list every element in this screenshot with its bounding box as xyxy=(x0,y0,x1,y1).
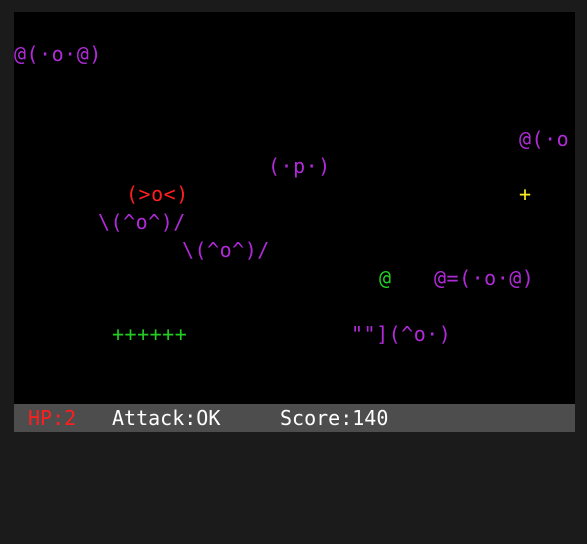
hp-indicator: HP:2 xyxy=(28,406,77,430)
monster-sprite: (·p·) xyxy=(268,154,331,178)
monster-sprite: @(·o·@) xyxy=(14,42,102,66)
status-bar: HP:2 Attack:OK Score:140 xyxy=(14,404,575,432)
pickup-item: + xyxy=(519,182,532,206)
playfield[interactable]: @(·o·@) @(·o (·p·) (>o<) + \(^o^)/ \(^o^… xyxy=(14,12,575,404)
window-bottom-border xyxy=(0,432,587,440)
monster-sprite: @=(·o·@) xyxy=(434,266,535,290)
score-display: Score:140 xyxy=(280,406,389,430)
attack-status: Attack:OK xyxy=(112,406,221,430)
health-pickups: ++++++ xyxy=(112,322,188,346)
monster-sprite: \(^o^)/ xyxy=(182,238,270,262)
monster-sprite: ""](^o·) xyxy=(351,322,452,346)
hostile-sprite: (>o<) xyxy=(126,182,189,206)
player-character: @ xyxy=(379,266,392,290)
monster-sprite: \(^o^)/ xyxy=(98,210,186,234)
monster-sprite-partial: @(·o xyxy=(519,127,570,151)
game-screen: @(·o·@) @(·o (·p·) (>o<) + \(^o^)/ \(^o^… xyxy=(0,0,587,440)
